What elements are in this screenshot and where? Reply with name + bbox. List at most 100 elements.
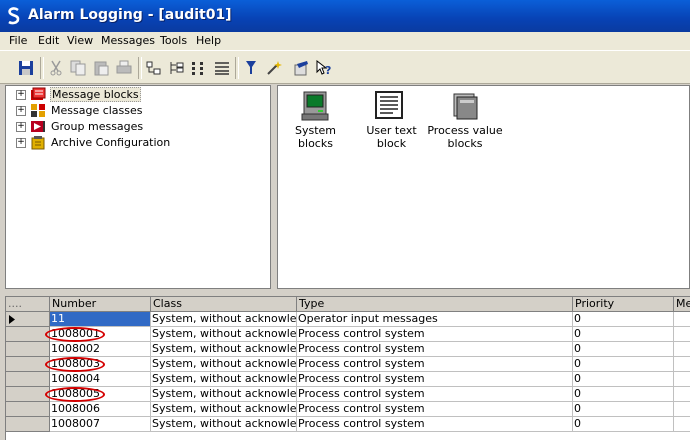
cell-number[interactable]: 1008002 <box>50 342 151 357</box>
annotation-circle <box>45 357 105 372</box>
copy-icon[interactable] <box>70 60 86 76</box>
cell-type[interactable]: Process control system <box>297 357 573 372</box>
print-icon[interactable] <box>116 60 132 76</box>
menu-edit[interactable]: Edit <box>38 34 59 47</box>
view-details-icon[interactable] <box>214 60 230 76</box>
window-title: Alarm Logging - [audit01] <box>28 7 232 23</box>
save-icon[interactable] <box>18 60 34 76</box>
properties-icon[interactable] <box>293 60 309 76</box>
filter-icon[interactable] <box>243 60 259 76</box>
cell-priority[interactable]: 0 <box>573 327 674 342</box>
block-label: System blocks <box>294 124 337 150</box>
tree-item-message-classes[interactable]: + Message classes <box>6 103 266 119</box>
cell-type[interactable]: Process control system <box>297 342 573 357</box>
cell-class[interactable]: System, without acknowledgm <box>151 372 297 387</box>
app-s-icon[interactable] <box>6 7 22 25</box>
cell-class[interactable]: System, without acknowledgm <box>151 402 297 417</box>
column-header-type[interactable]: Type <box>297 297 573 312</box>
cell-message[interactable] <box>674 327 690 342</box>
cell-priority[interactable]: 0 <box>573 417 674 432</box>
paste-icon[interactable] <box>93 60 109 76</box>
navigation-tree[interactable]: + Message blocks + Message classes + Gro… <box>5 85 271 289</box>
row-header[interactable] <box>6 387 50 402</box>
column-header-number[interactable]: Number <box>50 297 151 312</box>
cell-type[interactable]: Process control system <box>297 387 573 402</box>
cell-number[interactable]: 1008006 <box>50 402 151 417</box>
block-label: User text <box>366 124 417 137</box>
row-header[interactable] <box>6 417 50 432</box>
tree-item-archive-configuration[interactable]: + Archive Configuration <box>6 135 266 151</box>
cell-type[interactable]: Process control system <box>297 402 573 417</box>
cell-priority[interactable]: 0 <box>573 357 674 372</box>
row-header[interactable] <box>6 312 50 327</box>
cell-priority[interactable]: 0 <box>573 342 674 357</box>
row-header[interactable] <box>6 402 50 417</box>
cell-message[interactable] <box>674 342 690 357</box>
expand-icon[interactable]: + <box>16 90 26 100</box>
current-row-arrow-icon <box>9 315 15 324</box>
expand-icon[interactable]: + <box>16 122 26 132</box>
cell-type[interactable]: Process control system <box>297 417 573 432</box>
svg-text:?: ? <box>325 64 331 76</box>
toolbar-separator <box>235 57 239 79</box>
tree-item-label: Message classes <box>51 104 143 117</box>
cell-class[interactable]: System, without acknowledgm <box>151 417 297 432</box>
cell-priority[interactable]: 0 <box>573 372 674 387</box>
cell-priority[interactable]: 0 <box>573 387 674 402</box>
column-header-class[interactable]: Class <box>151 297 297 312</box>
block-label-line2: block <box>376 137 407 150</box>
cell-number[interactable]: 1008007 <box>50 417 151 432</box>
menu-tools[interactable]: Tools <box>160 34 187 47</box>
cell-type[interactable]: Process control system <box>297 327 573 342</box>
menu-messages[interactable]: Messages <box>101 34 155 47</box>
row-header[interactable] <box>6 372 50 387</box>
view-tree-icon[interactable] <box>169 60 185 76</box>
cell-number[interactable]: 1008004 <box>50 372 151 387</box>
cell-type[interactable]: Operator input messages <box>297 312 573 327</box>
cell-message[interactable] <box>674 357 690 372</box>
row-header[interactable] <box>6 357 50 372</box>
cell-type[interactable]: Process control system <box>297 372 573 387</box>
cell-message[interactable] <box>674 312 690 327</box>
help-icon[interactable]: ? <box>316 60 332 76</box>
expand-icon[interactable]: + <box>16 106 26 116</box>
wizard-icon[interactable] <box>266 60 282 76</box>
view-list-icon[interactable] <box>191 60 207 76</box>
cell-priority[interactable]: 0 <box>573 402 674 417</box>
cell-message[interactable] <box>674 402 690 417</box>
expand-icon[interactable]: + <box>16 138 26 148</box>
cell-priority[interactable]: 0 <box>573 312 674 327</box>
cell-class[interactable]: System, without acknowledgm <box>151 312 297 327</box>
row-header[interactable] <box>6 327 50 342</box>
process-value-blocks-icon <box>453 93 478 120</box>
row-header[interactable] <box>6 342 50 357</box>
message-classes-icon <box>31 104 45 117</box>
tree-item-group-messages[interactable]: + Group messages <box>6 119 266 135</box>
cell-number[interactable]: 11 <box>50 312 151 327</box>
cell-class[interactable]: System, without acknowledgm <box>151 357 297 372</box>
group-messages-icon <box>31 121 45 132</box>
menu-file[interactable]: File <box>9 34 27 47</box>
cell-class[interactable]: System, without acknowledgm <box>151 387 297 402</box>
menu-help[interactable]: Help <box>196 34 221 47</box>
cell-message[interactable] <box>674 417 690 432</box>
table-corner[interactable]: .... <box>6 297 50 312</box>
annotation-circle <box>45 387 105 402</box>
cell-class[interactable]: System, without acknowledgm <box>151 342 297 357</box>
column-header-message[interactable]: Mes <box>674 297 690 312</box>
message-blocks-icon <box>31 87 46 100</box>
menu-bar: File Edit View Messages Tools Help <box>0 32 690 50</box>
menu-view[interactable]: View <box>67 34 93 47</box>
message-table[interactable]: .... Number Class Type Priority Mes 11 S… <box>5 296 690 440</box>
tree-item-label: Message blocks <box>50 87 141 102</box>
view-small-icon[interactable] <box>146 60 162 76</box>
cut-icon[interactable] <box>48 60 64 76</box>
blocks-pane: System blocks User text block Process va… <box>277 85 690 289</box>
cell-class[interactable]: System, without acknowledgm <box>151 327 297 342</box>
column-header-priority[interactable]: Priority <box>573 297 674 312</box>
toolbar-separator <box>40 57 44 79</box>
cell-message[interactable] <box>674 372 690 387</box>
cell-message[interactable] <box>674 387 690 402</box>
block-label-line2: blocks <box>447 137 483 150</box>
tree-item-message-blocks[interactable]: + Message blocks <box>6 87 266 103</box>
